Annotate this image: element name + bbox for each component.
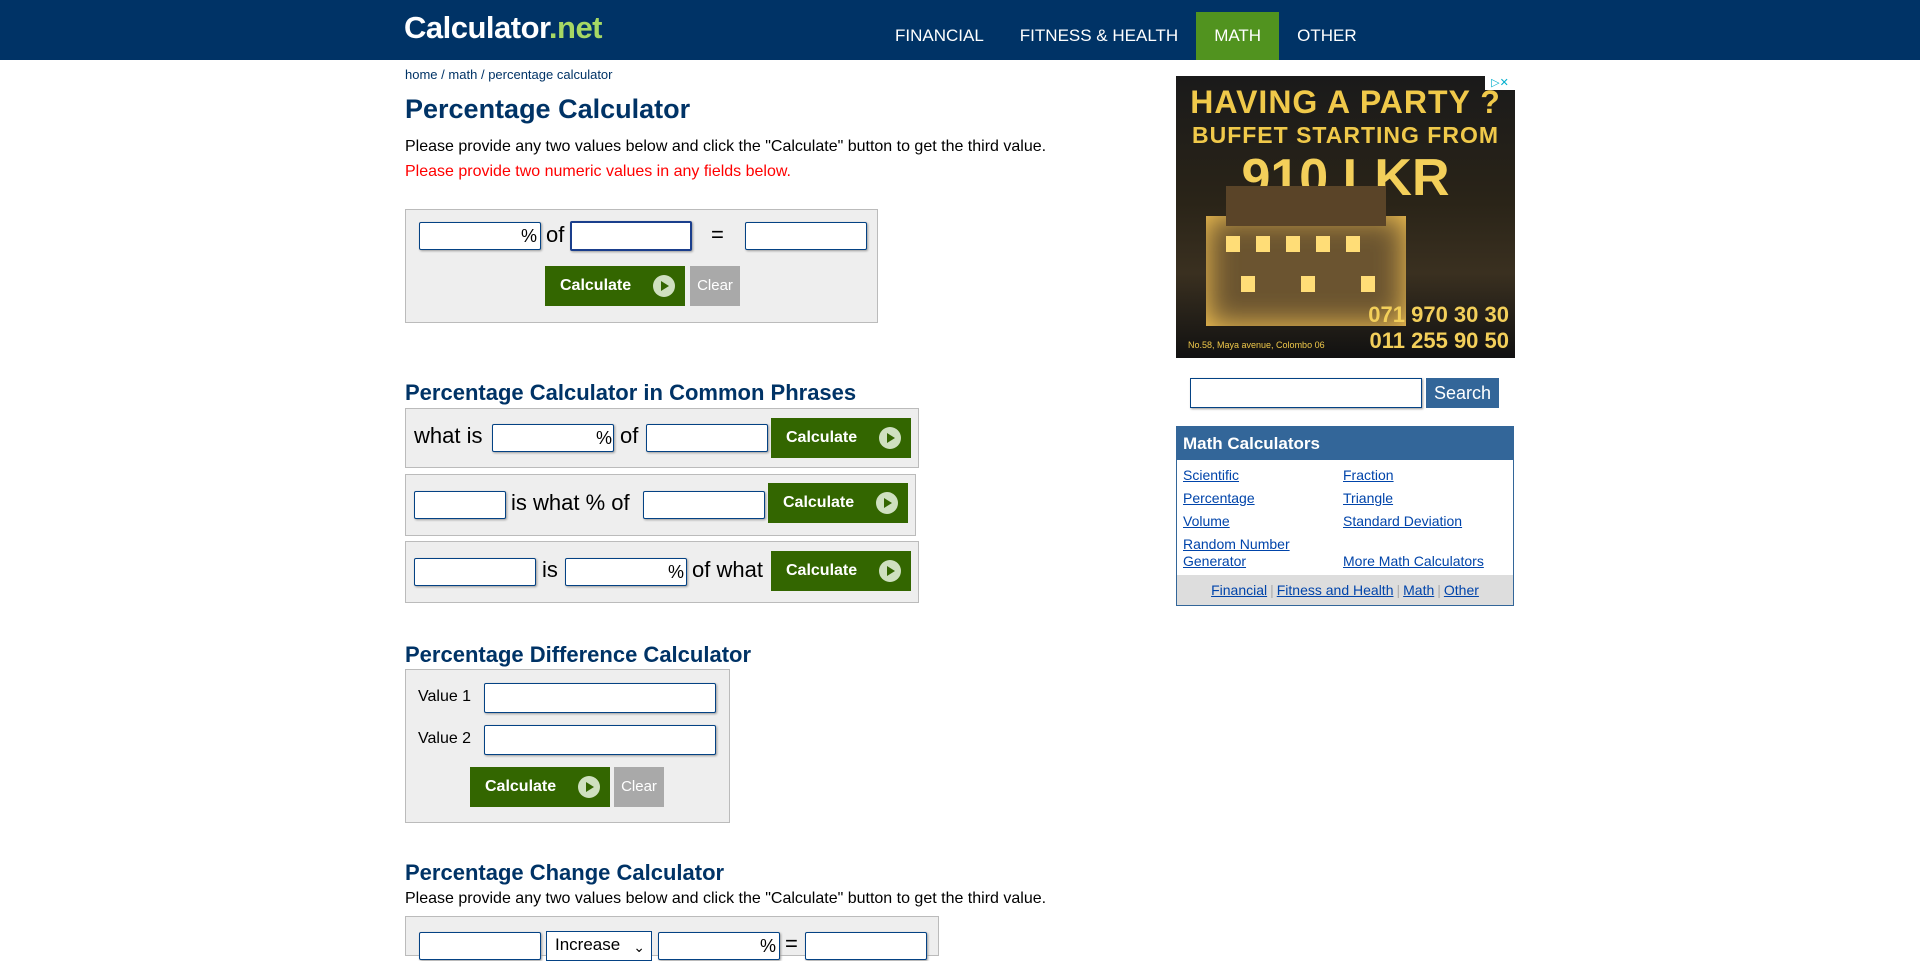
breadcrumb-home[interactable]: home — [405, 67, 438, 82]
is-what-percent-of-label: is what % of — [511, 490, 630, 515]
change-result-input[interactable] — [805, 932, 927, 960]
breadcrumb-current[interactable]: percentage calculator — [488, 67, 612, 82]
page-title: Percentage Calculator — [405, 94, 691, 124]
link-more-math-calculators[interactable]: More Math Calculators — [1343, 553, 1484, 570]
calculate-button[interactable]: Calculate — [545, 266, 685, 306]
difference-title: Percentage Difference Calculator — [405, 642, 752, 667]
percent-sign: % — [521, 226, 538, 246]
footer-link-fitness-health[interactable]: Fitness and Health — [1277, 582, 1394, 598]
chevron-down-icon: ⌄ — [633, 939, 645, 955]
link-scientific[interactable]: Scientific — [1183, 467, 1239, 484]
nav-math[interactable]: MATH — [1196, 12, 1280, 60]
footer-sep: | — [1437, 582, 1441, 598]
link-fraction[interactable]: Fraction — [1343, 467, 1394, 484]
logo-main-text: Calculator — [404, 10, 549, 45]
intro-text: Please provide any two values below and … — [405, 138, 1047, 155]
site-logo[interactable]: Calculator.net — [404, 10, 603, 46]
difference-clear-button[interactable]: Clear — [614, 767, 664, 807]
main-nav: FINANCIAL FITNESS & HEALTH MATH OTHER — [877, 12, 1375, 60]
difference-calculator-panel: Value 1 Value 2 Calculate Clear — [405, 669, 730, 823]
value2-input[interactable] — [484, 725, 716, 755]
link-volume[interactable]: Volume — [1183, 513, 1230, 530]
calculate-label: Calculate — [485, 778, 557, 795]
phrase1-value-input[interactable] — [646, 424, 768, 452]
basic-calculator-panel: % of = Calculate Clear — [405, 209, 878, 323]
phrase3-part-input[interactable] — [414, 558, 536, 586]
calculate-label: Calculate — [786, 429, 858, 446]
link-percentage[interactable]: Percentage — [1183, 490, 1255, 507]
category-footer: Financial | Fitness and Health | Math | Other — [1177, 575, 1513, 605]
phrase2-part-input[interactable] — [414, 491, 506, 519]
breadcrumb-sep: / — [441, 67, 445, 82]
math-calculators-box: Math Calculators Scientific Percentage V… — [1176, 426, 1514, 606]
value2-label: Value 2 — [418, 730, 472, 747]
what-is-label: what is — [414, 423, 483, 448]
arrow-right-icon — [876, 492, 898, 514]
footer-link-other[interactable]: Other — [1444, 582, 1479, 598]
phrase-row-of-what: is % of what Calculate — [405, 541, 919, 603]
footer-sep: | — [1270, 582, 1274, 598]
change-calculator-panel: Increase ⌄ % = — [405, 916, 939, 961]
change-direction-value: Increase — [555, 935, 621, 954]
footer-link-math[interactable]: Math — [1403, 582, 1434, 598]
equals-sign: = — [711, 222, 724, 247]
base-value-input[interactable] — [570, 221, 692, 251]
phrase2-whole-input[interactable] — [643, 491, 765, 519]
calculate-label: Calculate — [786, 562, 858, 579]
arrow-right-icon — [578, 776, 600, 798]
advertisement-banner[interactable]: HAVING A PARTY ? BUFFET STARTING FROM 91… — [1176, 76, 1515, 358]
math-calculators-title: Math Calculators — [1177, 427, 1513, 460]
link-random-number-generator[interactable]: Random Number Generator — [1183, 536, 1303, 570]
change-title: Percentage Change Calculator — [405, 860, 725, 885]
ad-line1: HAVING A PARTY ? — [1190, 84, 1501, 120]
search-button[interactable]: Search — [1426, 378, 1499, 408]
ad-phone2: 011 255 90 50 — [1369, 328, 1509, 353]
calculate-label: Calculate — [560, 277, 632, 294]
ad-choices-icon[interactable]: ▷✕ — [1485, 76, 1515, 90]
is-word: is — [542, 557, 558, 582]
phrase-row-is-what-percent: is what % of Calculate — [405, 474, 916, 536]
error-message: Please provide two numeric values in any… — [405, 163, 791, 180]
difference-calculate-button[interactable]: Calculate — [470, 767, 610, 807]
arrow-right-icon — [879, 427, 901, 449]
equals-sign: = — [785, 931, 798, 956]
phrase1-calculate-button[interactable]: Calculate — [771, 418, 911, 458]
breadcrumb: home / math / percentage calculator — [405, 67, 613, 82]
phrase2-calculate-button[interactable]: Calculate — [768, 483, 908, 523]
of-word: of — [620, 423, 639, 448]
arrow-right-icon — [879, 560, 901, 582]
change-direction-select[interactable]: Increase ⌄ — [546, 931, 652, 961]
percent-sign: % — [596, 428, 613, 448]
calculate-label: Calculate — [783, 494, 855, 511]
ad-line2: BUFFET STARTING FROM — [1191, 122, 1500, 148]
result-input[interactable] — [745, 222, 867, 250]
of-word: of — [546, 222, 565, 247]
phrase3-calculate-button[interactable]: Calculate — [771, 551, 911, 591]
breadcrumb-sep: / — [480, 67, 485, 82]
ad-address: No.58, Maya avenue, Colombo 06 — [1188, 340, 1325, 350]
footer-sep: | — [1396, 582, 1401, 598]
clear-button[interactable]: Clear — [690, 266, 740, 306]
value1-input[interactable] — [484, 683, 716, 713]
logo-suffix-text: .net — [548, 10, 603, 45]
arrow-right-icon — [653, 275, 675, 297]
link-standard-deviation[interactable]: Standard Deviation — [1343, 513, 1462, 530]
value1-label: Value 1 — [418, 688, 472, 705]
footer-link-financial[interactable]: Financial — [1211, 582, 1267, 598]
phrase-row-what-is: what is % of Calculate — [405, 408, 919, 468]
of-what-label: of what — [692, 557, 763, 582]
nav-other[interactable]: OTHER — [1279, 12, 1375, 60]
change-start-input[interactable] — [419, 932, 541, 960]
ad-phone1: 071 970 30 30 — [1368, 302, 1509, 327]
nav-financial[interactable]: FINANCIAL — [877, 12, 1002, 60]
breadcrumb-math[interactable]: math — [448, 67, 477, 82]
phrases-title: Percentage Calculator in Common Phrases — [405, 380, 857, 405]
percent-sign: % — [668, 562, 685, 582]
link-triangle[interactable]: Triangle — [1343, 490, 1393, 507]
top-bar: Calculator.net FINANCIAL FITNESS & HEALT… — [0, 0, 1920, 60]
change-intro-text: Please provide any two values below and … — [405, 890, 1047, 907]
nav-fitness-health[interactable]: FITNESS & HEALTH — [1002, 12, 1196, 60]
site-search-input[interactable] — [1190, 378, 1422, 408]
